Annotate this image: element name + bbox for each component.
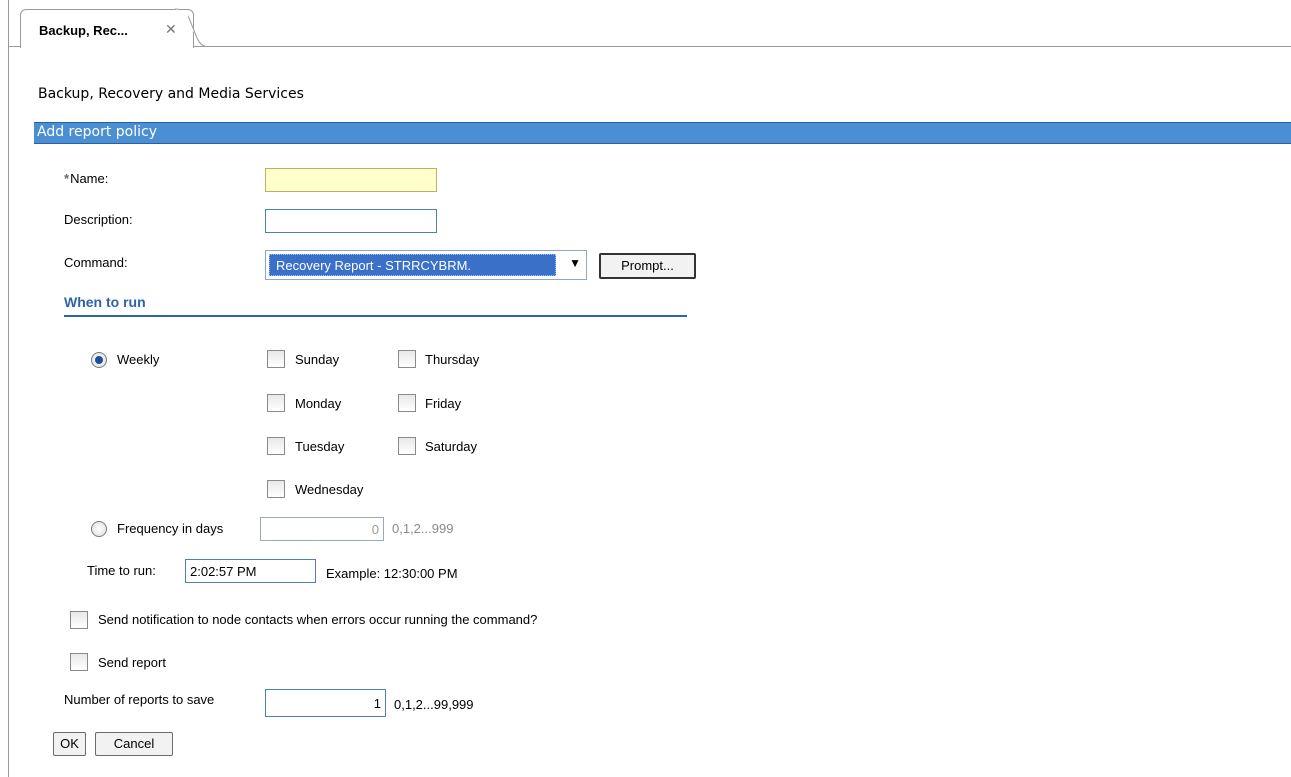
- time-to-run-label: Time to run:: [87, 563, 156, 578]
- chevron-down-icon[interactable]: ▼: [569, 256, 581, 270]
- description-label: Description:: [64, 212, 133, 227]
- time-example-text: Example: 12:30:00 PM: [326, 566, 458, 581]
- ok-button[interactable]: OK: [53, 732, 86, 756]
- send-report-checkbox[interactable]: [70, 653, 88, 671]
- wednesday-checkbox[interactable]: [267, 480, 285, 498]
- when-to-run-heading: When to run: [64, 294, 146, 310]
- notify-checkbox[interactable]: [70, 611, 88, 629]
- tab-backup-recovery[interactable]: Backup, Rec... ✕: [20, 9, 194, 48]
- frequency-hint: 0,1,2...999: [392, 521, 454, 536]
- when-to-run-divider: [64, 315, 687, 317]
- saturday-label: Saturday: [425, 439, 478, 454]
- reports-to-save-label: Number of reports to save: [64, 692, 215, 707]
- command-label: Command:: [64, 255, 128, 270]
- window-left-border: [8, 0, 9, 777]
- frequency-radio[interactable]: [91, 521, 107, 537]
- tuesday-label: Tuesday: [295, 439, 345, 454]
- friday-label: Friday: [425, 396, 462, 411]
- sunday-label: Sunday: [295, 352, 340, 367]
- sunday-checkbox[interactable]: [267, 350, 285, 368]
- name-field[interactable]: [265, 168, 437, 192]
- cancel-button[interactable]: Cancel: [95, 732, 173, 756]
- name-label-text: Name:: [70, 171, 109, 186]
- section-header-bar: Add report policy: [34, 122, 1291, 144]
- weekly-radio[interactable]: [91, 352, 107, 368]
- section-title: Add report policy: [37, 124, 157, 140]
- command-select[interactable]: Recovery Report - STRRCYBRM. ▼: [265, 250, 587, 280]
- time-to-run-field[interactable]: [185, 559, 316, 583]
- required-marker: *: [64, 171, 70, 186]
- tab-edge-decoration: [175, 8, 205, 48]
- name-label: *Name:: [64, 171, 108, 186]
- thursday-checkbox[interactable]: [398, 350, 416, 368]
- reports-to-save-hint: 0,1,2...99,999: [394, 697, 474, 712]
- saturday-checkbox[interactable]: [398, 437, 416, 455]
- page-title: Backup, Recovery and Media Services: [38, 86, 304, 102]
- wednesday-label: Wednesday: [295, 482, 364, 497]
- reports-to-save-field[interactable]: [265, 689, 386, 717]
- description-field[interactable]: [265, 209, 437, 233]
- friday-checkbox[interactable]: [398, 394, 416, 412]
- frequency-days-field[interactable]: [260, 517, 384, 541]
- notify-label: Send notification to node contacts when …: [98, 612, 538, 627]
- thursday-label: Thursday: [425, 352, 480, 367]
- command-selected-value: Recovery Report - STRRCYBRM.: [269, 254, 556, 276]
- frequency-label: Frequency in days: [117, 521, 224, 536]
- tab-label: Backup, Rec...: [39, 23, 128, 38]
- prompt-button[interactable]: Prompt...: [599, 253, 696, 279]
- monday-checkbox[interactable]: [267, 394, 285, 412]
- tuesday-checkbox[interactable]: [267, 437, 285, 455]
- monday-label: Monday: [295, 396, 342, 411]
- send-report-label: Send report: [98, 655, 166, 670]
- weekly-label: Weekly: [117, 352, 160, 367]
